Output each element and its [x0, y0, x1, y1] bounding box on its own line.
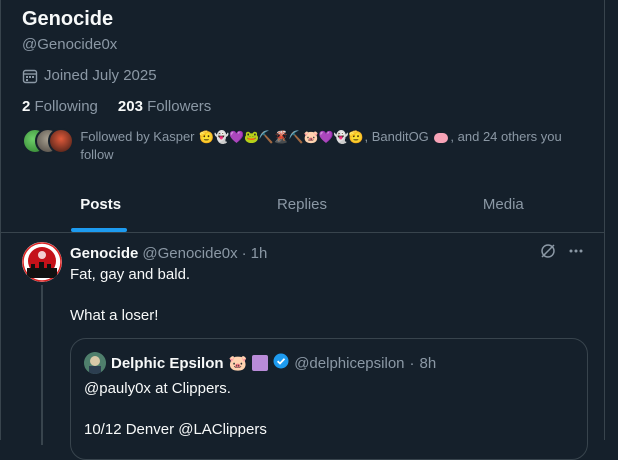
follow-counts: 2 Following 203 Followers	[22, 98, 211, 115]
tab-media[interactable]: Media	[403, 182, 604, 232]
post-separator: ·	[241, 245, 247, 262]
more-icon[interactable]	[568, 243, 584, 264]
post-actions	[540, 243, 584, 264]
quote-text-line-2: 10/12 Denver @LAClippers	[84, 421, 267, 438]
purple-square-icon	[252, 355, 269, 371]
quote-text-line-1: @pauly0x at Clippers.	[84, 380, 231, 397]
quote-header: Delphic Epsilon 🐷 @delphicepsilon · 8h	[84, 352, 436, 374]
post-header: Genocide @Genocide0x · 1h	[70, 245, 267, 262]
calendar-icon	[22, 69, 38, 83]
grok-icon[interactable]	[540, 243, 556, 264]
quote-time[interactable]: 8h	[420, 355, 437, 372]
followed-by-text: Followed by Kasper 🫡👻💜🐸⛏️🌋⛏️🐷💜👻🫡, Bandit…	[80, 128, 582, 163]
followed-by-prefix: Followed by Kasper	[80, 129, 195, 144]
quoted-post[interactable]: Delphic Epsilon 🐷 @delphicepsilon · 8h @…	[70, 338, 588, 460]
following-count: 2	[22, 98, 31, 115]
quote-author[interactable]: Delphic Epsilon	[111, 355, 224, 372]
joined-text: Joined July 2025	[44, 67, 157, 84]
followed-by-row[interactable]: Followed by Kasper 🫡👻💜🐸⛏️🌋⛏️🐷💜👻🫡, Bandit…	[22, 128, 582, 163]
quote-author-emoji: 🐷	[228, 355, 248, 372]
follower-avatar	[48, 128, 74, 154]
thread-line	[41, 285, 43, 445]
profile-name: Genocide	[22, 8, 114, 30]
following-label: Following	[34, 98, 98, 115]
post-text-line-1: Fat, gay and bald.	[70, 266, 191, 283]
quote-avatar[interactable]	[84, 352, 106, 374]
followers-link[interactable]: 203 Followers	[118, 98, 211, 115]
followers-label: Followers	[147, 98, 212, 115]
profile-handle: @Genocide0x	[22, 36, 118, 53]
following-link[interactable]: 2 Following	[22, 98, 98, 115]
tab-replies[interactable]: Replies	[201, 182, 402, 232]
post-text-line-2: What a loser!	[70, 307, 159, 324]
post[interactable]: Genocide @Genocide0x · 1h Fat, gay and b…	[0, 233, 604, 460]
tab-posts[interactable]: Posts	[0, 182, 201, 232]
follower-avatars	[22, 128, 74, 154]
profile-tabs: Posts Replies Media	[0, 182, 604, 233]
quote-separator: ·	[409, 354, 415, 372]
followed-by-middle: , BanditOG	[364, 129, 429, 144]
pig-nose-icon	[434, 132, 449, 143]
quote-handle[interactable]: @delphicepsilon	[294, 355, 404, 372]
post-handle[interactable]: @Genocide0x	[142, 245, 237, 262]
verified-badge-icon	[273, 353, 289, 373]
post-author[interactable]: Genocide	[70, 245, 138, 262]
right-border	[604, 0, 605, 440]
joined-date: Joined July 2025	[22, 67, 157, 84]
followers-count: 203	[117, 98, 143, 115]
avatar[interactable]	[22, 242, 62, 282]
post-time[interactable]: 1h	[251, 245, 268, 262]
followed-by-emojis: 🫡👻💜🐸⛏️🌋⛏️🐷💜👻🫡	[199, 130, 364, 144]
